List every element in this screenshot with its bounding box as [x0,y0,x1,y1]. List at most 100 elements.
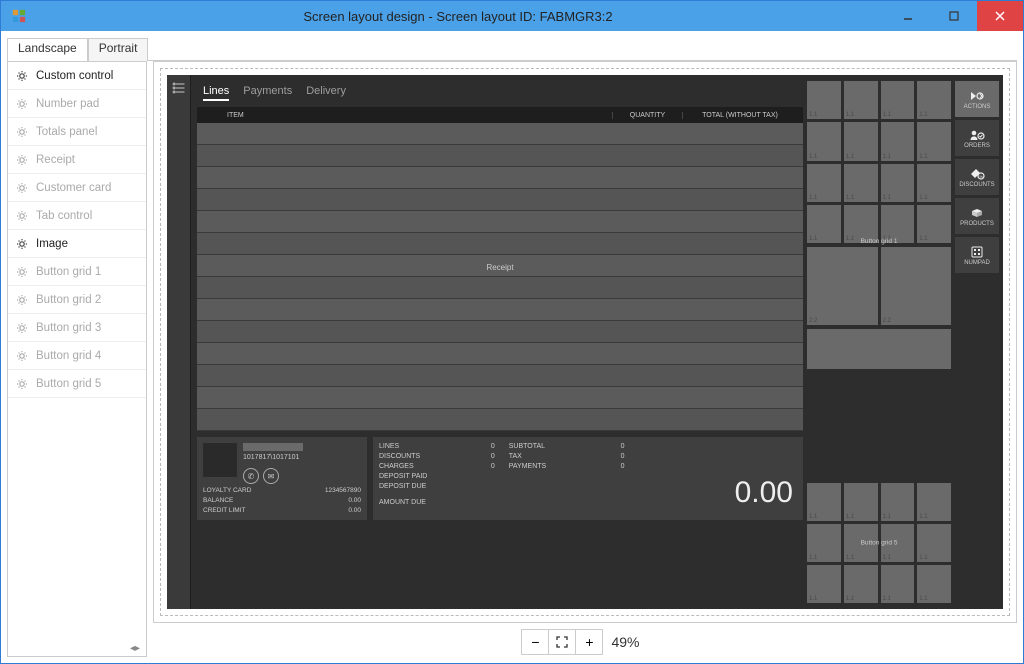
zoom-out-button[interactable]: − [521,629,549,655]
tool-totals-panel[interactable]: Totals panel [8,118,146,146]
zoom-value: 49% [603,634,647,650]
gear-icon [16,154,28,166]
lines-value: 0 [491,443,495,450]
receipt-row [197,409,803,431]
tool-button-grid-4[interactable]: Button grid 4 [8,342,146,370]
tool-label: Receipt [36,154,75,166]
credit-value: 0.00 [348,507,361,514]
receipt-row [197,233,803,255]
tool-label: Number pad [36,98,99,110]
canvas-inner: Lines Payments Delivery ITEM QUANTITY TO… [160,68,1010,616]
receipt-row [197,189,803,211]
tool-image[interactable]: Image [8,230,146,258]
receipt-row [197,211,803,233]
discounts-value: 0 [491,453,495,460]
pos-tabs: Lines Payments Delivery [197,81,803,107]
customer-photo [203,443,237,477]
client-area: Landscape Portrait Custom control Number… [1,31,1023,663]
tool-tab-control[interactable]: Tab control [8,202,146,230]
balance-label: BALANCE [203,497,233,504]
deposit-paid-label: DEPOSIT PAID [379,473,427,480]
rail-products[interactable]: PRODUCTS [955,198,999,234]
col-quantity: QUANTITY [613,112,683,119]
tool-button-grid-5[interactable]: Button grid 5 [8,370,146,398]
zoom-in-button[interactable]: + [575,629,603,655]
svg-text:%: % [979,174,983,179]
tool-label: Custom control [36,70,113,82]
button-grid-mid[interactable]: 2.22.2 [807,247,951,325]
gear-icon [16,294,28,306]
body: Custom control Number pad Totals panel R… [7,61,1017,657]
grand-total: 0.00 [735,476,793,510]
app-icon [7,4,31,28]
deposit-due-label: DEPOSIT DUE [379,483,426,490]
tax-label: TAX [509,453,522,460]
rail-label: PRODUCTS [960,221,994,227]
lines-label: LINES [379,443,399,450]
receipt-row [197,277,803,299]
gear-icon [16,238,28,250]
tool-customer-card[interactable]: Customer card [8,174,146,202]
fit-icon [555,635,569,649]
gear-icon [16,210,28,222]
receipt-row [197,145,803,167]
phone-icon[interactable]: ✆ [243,468,259,484]
zoom-fit-button[interactable] [548,629,576,655]
receipt-row [197,299,803,321]
tool-button-grid-2[interactable]: Button grid 2 [8,286,146,314]
receipt-row [197,123,803,145]
rail-label: ORDERS [964,143,990,149]
col-total: TOTAL (WITHOUT TAX) [683,112,803,119]
titlebar: Screen layout design - Screen layout ID:… [1,1,1023,31]
window-buttons [885,1,1023,31]
pos-tab-lines[interactable]: Lines [203,85,229,101]
customer-name-placeholder [243,443,303,451]
tool-button-grid-3[interactable]: Button grid 3 [8,314,146,342]
tab-landscape[interactable]: Landscape [7,38,88,61]
tool-button-grid-1[interactable]: Button grid 1 [8,258,146,286]
customer-card[interactable]: 1017817\1017101 ✆ ✉ LOYALTY CARD12 [197,437,367,520]
charges-value: 0 [491,463,495,470]
maximize-button[interactable] [931,1,977,31]
rail-discounts[interactable]: % DISCOUNTS [955,159,999,195]
products-icon [969,206,985,220]
rail-label: NUMPAD [964,260,990,266]
button-grid-5[interactable]: 1.11.11.11.1 1.11.11.11.1 1.11.11.11.1 B… [807,483,951,603]
tool-custom-control[interactable]: Custom control [8,62,146,90]
tab-portrait[interactable]: Portrait [88,38,149,61]
app-window: Screen layout design - Screen layout ID:… [0,0,1024,664]
window-title: Screen layout design - Screen layout ID:… [31,9,885,24]
button-grid-1[interactable]: 1.11.11.11.1 1.11.11.11.1 1.11.11.11.1 1… [807,81,951,243]
rail-numpad[interactable]: NUMPAD [955,237,999,273]
col-item: ITEM [197,112,613,119]
tool-receipt[interactable]: Receipt [8,146,146,174]
tool-label: Button grid 2 [36,294,101,306]
gear-icon [16,98,28,110]
gear-icon [16,266,28,278]
pos-tab-payments[interactable]: Payments [243,85,292,101]
minimize-button[interactable] [885,1,931,31]
pos-main: Lines Payments Delivery ITEM QUANTITY TO… [191,75,803,609]
credit-label: CREDIT LIMIT [203,507,246,514]
tax-value: 0 [621,453,625,460]
button-grid-bar[interactable] [807,329,951,369]
pos-left-rail[interactable] [167,75,191,609]
close-button[interactable] [977,1,1023,31]
receipt-row [197,343,803,365]
receipt-placeholder[interactable]: Receipt [197,123,803,431]
tool-label: Button grid 3 [36,322,101,334]
mail-icon[interactable]: ✉ [263,468,279,484]
rail-label: ACTIONS [964,104,991,110]
toolbox-collapse-button[interactable]: ◂▸ [8,641,146,656]
totals-panel[interactable]: 1017817\1017101 ✆ ✉ LOYALTY CARD12 [197,437,803,520]
rail-orders[interactable]: ORDERS [955,120,999,156]
tool-label: Totals panel [36,126,97,138]
subtotal-value: 0 [621,443,625,450]
numpad-icon [969,245,985,259]
design-canvas[interactable]: Lines Payments Delivery ITEM QUANTITY TO… [153,61,1017,623]
tool-number-pad[interactable]: Number pad [8,90,146,118]
rail-actions[interactable]: ACTIONS [955,81,999,117]
pos-tab-delivery[interactable]: Delivery [306,85,346,101]
receipt-placeholder-label: Receipt [486,263,513,272]
gear-icon [16,126,28,138]
